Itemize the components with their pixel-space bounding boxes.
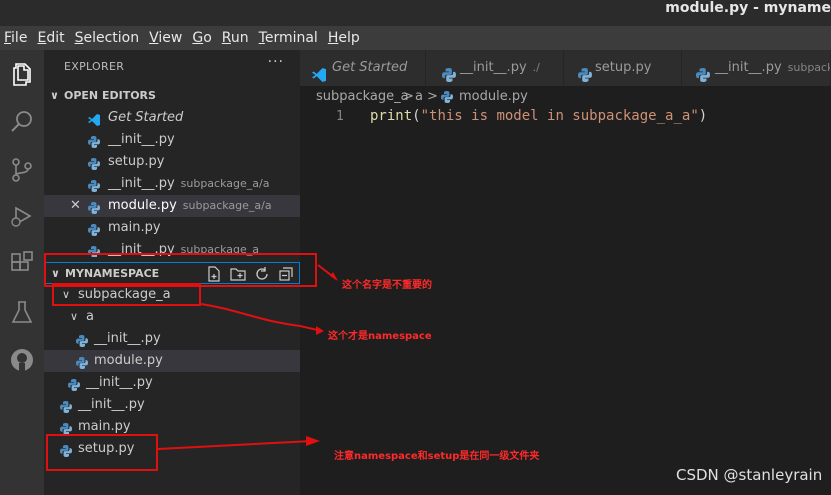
- python-file-icon: [68, 377, 80, 391]
- menu-help[interactable]: Help: [328, 26, 360, 50]
- open-editors-header[interactable]: ∨ OPEN EDITORS: [44, 85, 300, 107]
- watermark: CSDN @stanleyrain: [676, 466, 823, 484]
- vscode-icon: [312, 61, 326, 82]
- file-name: module.py: [108, 198, 177, 213]
- run-debug-icon[interactable]: [6, 200, 38, 232]
- tab-setup[interactable]: setup.py: [564, 50, 682, 86]
- file-name: module.py: [94, 353, 163, 368]
- menu-run[interactable]: Run: [222, 26, 249, 50]
- tab-label: __init__.py: [460, 60, 527, 75]
- menu-file[interactable]: File: [4, 26, 27, 50]
- file-name: __init__.py: [86, 375, 153, 390]
- open-editor-item[interactable]: Get Started: [44, 107, 300, 129]
- menu-bar: File Edit Selection View Go Run Terminal…: [0, 26, 831, 50]
- annotation-box-namespace: [52, 283, 201, 306]
- tree-file-item[interactable]: __init__.py: [44, 328, 300, 350]
- testing-icon[interactable]: [6, 296, 38, 328]
- code-paren-open: (: [412, 108, 421, 124]
- tab-get-started[interactable]: Get Started: [300, 50, 426, 86]
- breadcrumb-separator: >: [427, 89, 438, 104]
- open-editors-title: OPEN EDITORS: [64, 89, 156, 102]
- code-string: "this is model in subpackage_a_a": [420, 108, 699, 124]
- python-file-icon: [88, 222, 100, 236]
- chevron-down-icon: ∨: [70, 310, 79, 323]
- menu-edit[interactable]: Edit: [37, 26, 64, 50]
- tab-label: setup.py: [595, 60, 652, 75]
- tab-label: Get Started: [332, 60, 408, 75]
- python-file-icon: [60, 421, 72, 435]
- menu-view[interactable]: View: [149, 26, 182, 50]
- tab-desc: subpackage_a: [787, 61, 830, 74]
- breadcrumb: subpackage_a > a > module.py: [300, 86, 831, 108]
- file-path-desc: subpackage_a/a: [182, 199, 272, 212]
- editor-tab-bar: Get Started __init__.py ./ setup.py __ini…: [300, 50, 831, 86]
- activity-bar: [0, 50, 44, 495]
- explorer-title: EXPLORER: [64, 60, 125, 73]
- open-editor-item[interactable]: __init__.py: [44, 129, 300, 151]
- breadcrumb-item[interactable]: a: [415, 86, 423, 108]
- window-title: module.py - myname: [665, 0, 831, 16]
- python-file-icon: [88, 134, 100, 148]
- explorer-more-button[interactable]: ···: [268, 54, 284, 70]
- breadcrumb-item[interactable]: module.py: [459, 86, 528, 108]
- file-path-desc: subpackage_a/a: [180, 177, 270, 190]
- file-name: setup.py: [108, 154, 165, 169]
- close-icon[interactable]: ✕: [70, 195, 81, 217]
- github-icon[interactable]: [6, 344, 38, 376]
- open-editor-item[interactable]: main.py: [44, 217, 300, 239]
- file-name: Get Started: [108, 110, 184, 125]
- python-file-icon: [578, 61, 592, 82]
- breadcrumb-separator: >: [403, 89, 414, 104]
- annotation-box-setup: [46, 434, 158, 471]
- menu-terminal[interactable]: Terminal: [259, 26, 318, 50]
- code-line[interactable]: print("this is model in subpackage_a_a"): [370, 108, 707, 124]
- python-file-icon: [76, 355, 88, 369]
- python-file-icon: [88, 200, 100, 214]
- file-name: __init__.py: [78, 397, 145, 412]
- annotation-note: 这个名字是不重要的: [342, 280, 432, 291]
- folder-name: a: [86, 309, 94, 324]
- python-file-icon: [696, 61, 710, 82]
- tree-file-item-active[interactable]: module.py: [44, 350, 300, 372]
- vscode-icon: [88, 112, 100, 126]
- tab-desc: ./: [532, 61, 540, 74]
- menu-selection[interactable]: Selection: [75, 26, 140, 50]
- file-name: __init__.py: [108, 132, 175, 147]
- menu-go[interactable]: Go: [192, 26, 211, 50]
- source-control-icon[interactable]: [6, 154, 38, 186]
- file-name: main.py: [108, 220, 161, 235]
- open-editor-item[interactable]: setup.py: [44, 151, 300, 173]
- python-file-icon: [60, 399, 72, 413]
- tab-label: __init__.py: [715, 60, 782, 75]
- tree-folder-item[interactable]: ∨ a: [44, 306, 300, 328]
- tab-init-subpackage[interactable]: __init__.py subpackage_a: [682, 50, 831, 86]
- python-file-icon: [76, 333, 88, 347]
- tree-file-item[interactable]: __init__.py: [44, 372, 300, 394]
- code-paren-close: ): [698, 108, 708, 124]
- code-function: print: [370, 108, 413, 124]
- file-name: __init__.py: [108, 176, 175, 191]
- open-editor-item[interactable]: __init__.py subpackage_a/a: [44, 173, 300, 195]
- python-file-icon: [441, 91, 453, 103]
- python-file-icon: [442, 61, 456, 82]
- python-file-icon: [88, 178, 100, 192]
- annotation-note: 注意namespace和setup是在同一级文件夹: [334, 451, 540, 462]
- tree-file-item[interactable]: __init__.py: [44, 394, 300, 416]
- annotation-box-workspace: [44, 253, 317, 287]
- explorer-icon[interactable]: [6, 58, 38, 90]
- extensions-icon[interactable]: [6, 248, 38, 280]
- open-editor-item-active[interactable]: ✕ module.py subpackage_a/a: [44, 195, 300, 217]
- annotation-note: 这个才是namespace: [328, 331, 432, 342]
- chevron-down-icon: ∨: [50, 89, 59, 102]
- file-name: __init__.py: [94, 331, 161, 346]
- title-bar: module.py - myname: [0, 0, 831, 26]
- line-number: 1: [336, 109, 344, 124]
- breadcrumb-item[interactable]: subpackage_a: [316, 86, 409, 108]
- search-icon[interactable]: [6, 106, 38, 138]
- code-editor[interactable]: 1 print("this is model in subpackage_a_a…: [300, 108, 831, 495]
- tab-init-root[interactable]: __init__.py ./: [426, 50, 564, 86]
- python-file-icon: [88, 156, 100, 170]
